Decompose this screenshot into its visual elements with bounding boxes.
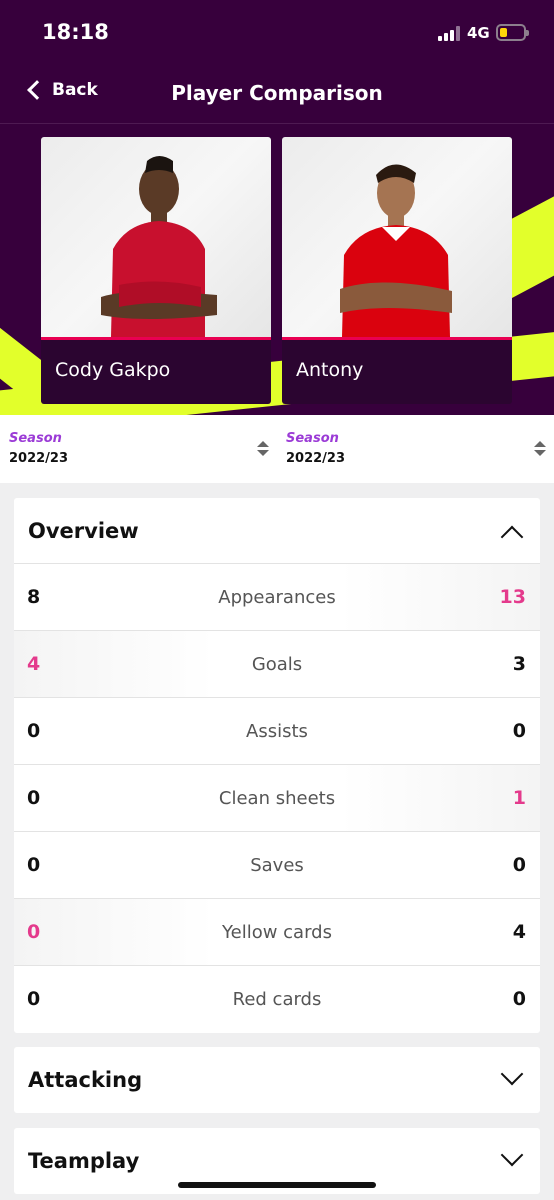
- chevron-down-icon: [500, 1062, 524, 1086]
- overview-panel: Overview 8 Appearances 13 4 Goals 3 0 Assists 0 0…: [14, 498, 540, 1033]
- chevron-up-icon: [500, 525, 524, 549]
- stat-list: 8 Appearances 13 4 Goals 3 0 Assists 0 0 Clean she…: [14, 564, 540, 1033]
- stat-name: Clean sheets: [218, 788, 336, 809]
- right-player-value: 0: [512, 854, 526, 876]
- stat-row: 8 Appearances 13: [14, 564, 540, 631]
- section-title: Teamplay: [28, 1149, 140, 1173]
- header-hero: 18:18 4G Back Player Comparison Cody Gak…: [0, 0, 554, 415]
- player-card-left[interactable]: Cody Gakpo: [41, 137, 271, 404]
- battery-icon: [496, 24, 529, 41]
- overview-header[interactable]: Overview: [14, 498, 540, 564]
- status-bar: 18:18 4G: [0, 0, 554, 66]
- stat-name: Assists: [246, 721, 308, 742]
- section-title: Overview: [28, 518, 139, 543]
- player-photo: [41, 137, 271, 337]
- stat-row: 0 Yellow cards 4: [14, 899, 540, 966]
- right-player-value: 4: [512, 921, 526, 943]
- season-label: Season: [9, 431, 62, 446]
- stat-row: 0 Assists 0: [14, 698, 540, 765]
- season-selector-bar: Season 2022/23 Season 2022/23: [0, 415, 554, 483]
- card-accent-line: [282, 337, 512, 340]
- stat-name: Appearances: [218, 587, 336, 608]
- chevron-down-icon: [500, 1143, 524, 1167]
- stat-name: Saves: [250, 855, 304, 876]
- sort-arrows-icon: [257, 441, 269, 457]
- attacking-panel: Attacking: [14, 1047, 540, 1113]
- header-divider: [0, 123, 554, 124]
- season-value: 2022/23: [9, 451, 69, 466]
- right-player-value: 0: [512, 720, 526, 742]
- right-player-value: 1: [512, 787, 526, 809]
- right-player-value: 0: [512, 988, 526, 1010]
- nav-bar: Back Player Comparison: [0, 66, 554, 123]
- card-accent-line: [41, 337, 271, 340]
- attacking-header[interactable]: Attacking: [14, 1047, 540, 1113]
- season-select-left[interactable]: Season 2022/23: [9, 431, 269, 471]
- stat-name: Red cards: [232, 989, 322, 1010]
- home-indicator: [178, 1182, 376, 1188]
- stat-name: Goals: [251, 654, 303, 675]
- season-value: 2022/23: [286, 451, 346, 466]
- network-label: 4G: [467, 24, 490, 42]
- season-label: Season: [286, 431, 339, 446]
- sort-arrows-icon: [534, 441, 546, 457]
- signal-icon: [438, 26, 460, 41]
- right-player-value: 3: [512, 653, 526, 675]
- stat-row: 4 Goals 3: [14, 631, 540, 698]
- stat-row: 0 Red cards 0: [14, 966, 540, 1033]
- right-player-value: 13: [499, 586, 526, 608]
- section-title: Attacking: [28, 1068, 143, 1092]
- stat-row: 0 Clean sheets 1: [14, 765, 540, 832]
- player-card-right[interactable]: Antony: [282, 137, 512, 404]
- player-name: Antony: [296, 359, 364, 381]
- stat-row: 0 Saves 0: [14, 832, 540, 899]
- player-name: Cody Gakpo: [55, 359, 171, 381]
- status-time: 18:18: [42, 20, 109, 44]
- page-title: Player Comparison: [171, 81, 383, 105]
- player-silhouette-icon: [340, 164, 452, 337]
- player-silhouette-icon: [101, 156, 217, 337]
- stat-name: Yellow cards: [222, 922, 332, 943]
- season-select-right[interactable]: Season 2022/23: [286, 431, 546, 471]
- player-photo: [282, 137, 512, 337]
